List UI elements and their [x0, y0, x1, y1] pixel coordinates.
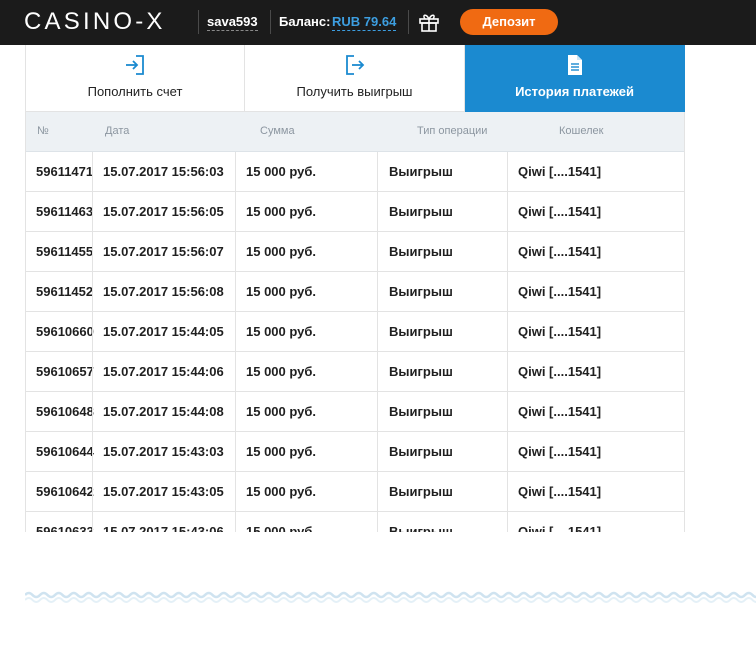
cell-date: 15.07.2017 15:44:06 [103, 364, 224, 379]
cell-wallet: Qiwi [....1541] [518, 284, 602, 299]
cell-sum: 15 000 руб. [246, 444, 317, 459]
cell-date: 15.07.2017 15:43:06 [103, 524, 224, 532]
tab-label: Пополнить счет [87, 84, 183, 99]
cell-wallet: Qiwi [....1541] [518, 404, 602, 419]
withdraw-out-icon [345, 55, 364, 75]
cell-type: Выигрыш [389, 284, 453, 299]
cell-date: 15.07.2017 15:44:08 [103, 404, 224, 419]
wave-divider [25, 591, 756, 603]
cell-type: Выигрыш [389, 164, 453, 179]
balance-value[interactable]: RUB 79.64 [332, 14, 397, 31]
cell-sum: 15 000 руб. [246, 244, 317, 259]
cell-wallet: Qiwi [....1541] [518, 204, 602, 219]
cell-type: Выигрыш [389, 524, 453, 532]
table-row: 59610644 15.07.2017 15:43:03 15 000 руб. Вы… [26, 432, 684, 472]
column-header-wallet: Кошелек [559, 125, 604, 137]
table-row: 59610633 15.07.2017 15:43:06 15 000 руб. Вы… [26, 512, 684, 532]
cell-type: Выигрыш [389, 444, 453, 459]
cell-wallet: Qiwi [....1541] [518, 364, 602, 379]
table-row: 59610657 15.07.2017 15:44:06 15 000 руб. Вы… [26, 352, 684, 392]
cell-wallet: Qiwi [....1541] [518, 244, 602, 259]
cell-wallet: Qiwi [....1541] [518, 444, 602, 459]
header-divider [408, 10, 409, 34]
column-divider [235, 152, 236, 532]
cell-date: 15.07.2017 15:56:07 [103, 244, 224, 259]
cell-wallet: Qiwi [....1541] [518, 484, 602, 499]
cell-date: 15.07.2017 15:43:05 [103, 484, 224, 499]
cell-sum: 15 000 руб. [246, 404, 317, 419]
table-row: 59611452 15.07.2017 15:56:08 15 000 руб. Вы… [26, 272, 684, 312]
cell-sum: 15 000 руб. [246, 484, 317, 499]
cashier-tabs: Пополнить счет Получить выигрыш История … [25, 45, 685, 116]
header-divider [270, 10, 271, 34]
deposit-button[interactable]: Депозит [460, 9, 558, 35]
tab-label: Получить выигрыш [296, 84, 413, 99]
cell-id: 59610642 [36, 484, 94, 499]
payment-history-table[interactable]: № Дата Сумма Тип операции Кошелек 596114… [25, 112, 685, 532]
cell-id: 59610644 [36, 444, 94, 459]
cell-id: 59610633 [36, 524, 94, 532]
column-header-sum: Сумма [260, 125, 295, 137]
cell-id: 59610660 [36, 324, 94, 339]
cell-id: 59611471 [36, 164, 94, 179]
cell-wallet: Qiwi [....1541] [518, 524, 602, 532]
table-row: 59611471 15.07.2017 15:56:03 15 000 руб. Вы… [26, 152, 684, 192]
deposit-in-icon [126, 55, 144, 75]
cell-id: 59610648 [36, 404, 94, 419]
table-row: 59611463 15.07.2017 15:56:05 15 000 руб. Вы… [26, 192, 684, 232]
column-divider [507, 152, 508, 532]
cell-type: Выигрыш [389, 484, 453, 499]
cell-date: 15.07.2017 15:56:08 [103, 284, 224, 299]
column-header-type: Тип операции [417, 125, 488, 137]
gift-icon[interactable] [418, 11, 440, 33]
top-bar: CASINO-X sava593 Баланс: RUB 79.64 Депоз… [0, 0, 756, 45]
casino-logo[interactable]: CASINO-X [24, 9, 166, 35]
cell-type: Выигрыш [389, 404, 453, 419]
cell-sum: 15 000 руб. [246, 204, 317, 219]
tab-deposit[interactable]: Пополнить счет [25, 45, 245, 112]
cell-sum: 15 000 руб. [246, 164, 317, 179]
document-icon [567, 55, 582, 75]
cell-sum: 15 000 руб. [246, 524, 317, 532]
cell-sum: 15 000 руб. [246, 284, 317, 299]
cell-id: 59611452 [36, 284, 94, 299]
tab-withdraw[interactable]: Получить выигрыш [245, 45, 465, 112]
cell-type: Выигрыш [389, 204, 453, 219]
cell-id: 59610657 [36, 364, 94, 379]
table-row: 59610660 15.07.2017 15:44:05 15 000 руб. Вы… [26, 312, 684, 352]
column-divider [377, 152, 378, 532]
table-row: 59610648 15.07.2017 15:44:08 15 000 руб. Вы… [26, 392, 684, 432]
cell-type: Выигрыш [389, 364, 453, 379]
cell-id: 59611455 [36, 244, 94, 259]
header-divider [198, 10, 199, 34]
column-header-date: Дата [105, 125, 130, 137]
cell-sum: 15 000 руб. [246, 324, 317, 339]
cell-date: 15.07.2017 15:43:03 [103, 444, 224, 459]
balance-label: Баланс: [279, 14, 331, 29]
tab-label: История платежей [515, 84, 634, 99]
cell-date: 15.07.2017 15:56:03 [103, 164, 224, 179]
cell-date: 15.07.2017 15:44:05 [103, 324, 224, 339]
table-row: 59611455 15.07.2017 15:56:07 15 000 руб. Вы… [26, 232, 684, 272]
column-header-id: № [37, 125, 49, 137]
cell-wallet: Qiwi [....1541] [518, 324, 602, 339]
cell-id: 59611463 [36, 204, 94, 219]
tab-payment-history[interactable]: История платежей [465, 45, 685, 112]
cell-wallet: Qiwi [....1541] [518, 164, 602, 179]
column-divider [92, 152, 93, 532]
cell-date: 15.07.2017 15:56:05 [103, 204, 224, 219]
table-body: 59611471 15.07.2017 15:56:03 15 000 руб. Вы… [26, 152, 684, 532]
table-row: 59610642 15.07.2017 15:43:05 15 000 руб. Вы… [26, 472, 684, 512]
username-link[interactable]: sava593 [207, 14, 258, 31]
cell-type: Выигрыш [389, 244, 453, 259]
cell-type: Выигрыш [389, 324, 453, 339]
cell-sum: 15 000 руб. [246, 364, 317, 379]
table-header: № Дата Сумма Тип операции Кошелек [26, 112, 684, 152]
